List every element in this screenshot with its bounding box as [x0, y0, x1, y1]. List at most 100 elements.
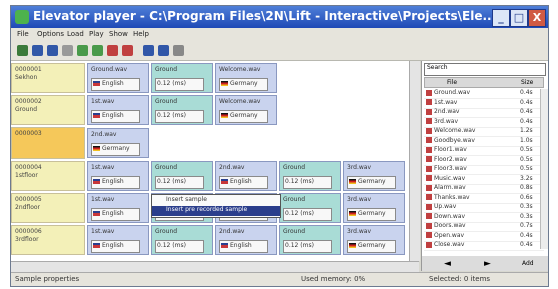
title-bar[interactable]: Elevator player - C:\Program Files\2N\Li… [11, 6, 548, 28]
new-icon[interactable] [17, 45, 28, 56]
english-flag-icon [93, 179, 100, 184]
delay-field[interactable]: 0.12 (ms) [283, 208, 332, 221]
grid-horizontal-scrollbar[interactable] [11, 261, 419, 272]
language-select[interactable]: Germany [219, 78, 268, 91]
row-label-5[interactable]: 0000005 2ndfloor [11, 193, 85, 223]
list-item[interactable]: Doors.wav 0.7s [424, 222, 544, 232]
menu-show[interactable]: Show [109, 30, 128, 38]
list-item[interactable]: Open.wav 0.4s [424, 232, 544, 242]
list-item[interactable]: Floor1.wav 0.5s [424, 146, 544, 156]
open-icon[interactable] [32, 45, 43, 56]
sample-cell[interactable]: 3rd.wav Germany [343, 193, 405, 223]
row-label-4[interactable]: 0000004 1stfloor [11, 161, 85, 191]
language-select[interactable]: English [91, 240, 140, 253]
sample-cell[interactable]: 1st.wav English [87, 193, 149, 223]
delay-cell[interactable]: Ground0.12 (ms) [151, 225, 213, 255]
language-select[interactable]: English [91, 208, 140, 221]
delay-cell[interactable]: Ground0.12 (ms) [151, 63, 213, 93]
add-button[interactable]: Add [522, 260, 534, 267]
minimize-button[interactable]: _ [492, 9, 510, 27]
menu-file[interactable]: File [17, 30, 29, 38]
sample-cell[interactable]: Welcome.wav Germany [215, 63, 277, 93]
delay-field[interactable]: 0.12 (ms) [155, 176, 204, 189]
column-file[interactable]: File [447, 79, 457, 86]
language-select[interactable]: English [219, 240, 268, 253]
delay-cell[interactable]: Ground0.12 (ms) [279, 161, 341, 191]
delay-field[interactable]: 0.12 (ms) [155, 240, 204, 253]
delay-field[interactable]: 0.12 (ms) [283, 176, 332, 189]
row-label-3[interactable]: 0000003 [11, 127, 85, 159]
delay-cell[interactable]: Ground0.12 (ms) [151, 95, 213, 125]
sample-cell[interactable]: 2nd.wavEnglish [215, 225, 277, 255]
delay-field[interactable]: 0.12 (ms) [155, 110, 204, 123]
list-item[interactable]: Music.wav 3.2s [424, 175, 544, 185]
menu-item-insert-prerecorded[interactable]: Insert pre recorded sample [152, 206, 280, 216]
list-item[interactable]: Goodbye.wav 1.0s [424, 137, 544, 147]
list-item[interactable]: Floor2.wav 0.5s [424, 156, 544, 166]
list-item[interactable]: 2nd.wav 0.4s [424, 108, 544, 118]
language-select[interactable]: Germany [91, 143, 140, 156]
sample-cell[interactable]: 2nd.wav Germany [87, 128, 149, 158]
list-item[interactable]: Ground.wav 0.4s [424, 89, 544, 99]
language-select[interactable]: Germany [347, 240, 396, 253]
search-input[interactable]: Search [424, 63, 546, 76]
list-item[interactable]: Floor3.wav 0.5s [424, 165, 544, 175]
sample-cell[interactable]: Ground.wav English [87, 63, 149, 93]
delay-cell[interactable]: Ground0.12 (ms) [279, 193, 341, 223]
menu-play[interactable]: Play [89, 30, 104, 38]
settings-icon[interactable] [143, 45, 154, 56]
copy-icon[interactable] [77, 45, 88, 56]
arrow-right-icon[interactable]: ► [484, 259, 491, 269]
list-item[interactable]: Thanks.wav 0.6s [424, 194, 544, 204]
delay-cell[interactable]: Ground0.12 (ms) [151, 161, 213, 191]
language-select[interactable]: Germany [347, 176, 396, 189]
row-label-6[interactable]: 0000006 3rdfloor [11, 225, 85, 255]
list-item[interactable]: 3rd.wav 0.4s [424, 118, 544, 128]
row-label-1[interactable]: 0000001 Sekhon [11, 63, 85, 93]
maximize-button[interactable]: □ [510, 9, 528, 27]
sample-cell[interactable]: 3rd.wav Germany [343, 225, 405, 255]
save-icon[interactable] [47, 45, 58, 56]
list-item[interactable]: 1st.wav 0.4s [424, 99, 544, 109]
sample-cell[interactable]: 1st.wav English [87, 225, 149, 255]
list-item[interactable]: Welcome.wav 1.2s [424, 127, 544, 137]
list-item[interactable]: Up.wav 0.3s [424, 203, 544, 213]
status-left: Sample properties [15, 275, 80, 283]
users-icon[interactable] [173, 45, 184, 56]
cut-icon[interactable] [62, 45, 73, 56]
sample-cell[interactable]: 1st.wav English [87, 95, 149, 125]
play-icon[interactable] [92, 45, 103, 56]
list-item[interactable]: Close.wav 0.4s [424, 241, 544, 251]
record-icon[interactable] [122, 45, 133, 56]
status-right: Selected: 0 items [429, 275, 491, 283]
language-select[interactable]: Germany [219, 110, 268, 123]
info-icon[interactable] [158, 45, 169, 56]
delay-field[interactable]: 0.12 (ms) [155, 78, 204, 91]
close-button[interactable]: X [528, 9, 546, 27]
list-item[interactable]: Down.wav 0.3s [424, 213, 544, 223]
delay-cell[interactable]: Ground0.12 (ms) [279, 225, 341, 255]
language-select[interactable]: English [219, 176, 268, 189]
column-size[interactable]: Size [521, 79, 533, 86]
language-select[interactable]: Germany [347, 208, 396, 221]
arrow-left-icon[interactable]: ◄ [444, 259, 451, 269]
menu-item-insert-sample[interactable]: Insert sample [152, 196, 280, 205]
sample-cell[interactable]: 2nd.wavEnglish [215, 161, 277, 191]
grid-vertical-scrollbar[interactable] [409, 61, 420, 261]
language-select[interactable]: English [91, 78, 140, 91]
language-select[interactable]: English [91, 176, 140, 189]
delay-field[interactable]: 0.12 (ms) [283, 240, 332, 253]
sample-cell[interactable]: Welcome.wav Germany [215, 95, 277, 125]
sample-cell[interactable]: 3rd.wav Germany [343, 161, 405, 191]
language-select[interactable]: English [91, 110, 140, 123]
file-list-scrollbar[interactable] [540, 89, 548, 249]
row-label-2[interactable]: 0000002 Ground [11, 95, 85, 125]
menu-load[interactable]: Load [67, 30, 84, 38]
germany-flag-icon [221, 81, 228, 86]
menu-help[interactable]: Help [133, 30, 149, 38]
list-item[interactable]: Alarm.wav 0.8s [424, 184, 544, 194]
sample-cell[interactable]: 1st.wav English [87, 161, 149, 191]
sequence-grid[interactable]: 0000001 Sekhon 0000002 Ground 0000003 0000… [11, 61, 409, 261]
stop-icon[interactable] [107, 45, 118, 56]
menu-options[interactable]: Options [37, 30, 64, 38]
